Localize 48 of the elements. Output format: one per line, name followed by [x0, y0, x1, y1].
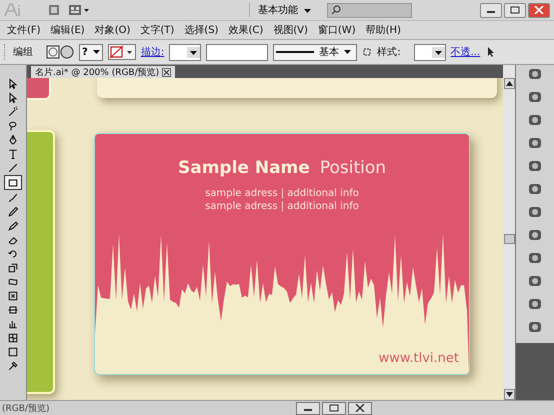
document-tab[interactable]: 名片.ai* @ 200% (RGB/预览) — [31, 66, 176, 78]
scrollbar-thumb[interactable] — [504, 234, 514, 244]
layout-icon[interactable] — [68, 4, 90, 16]
caret-icon — [304, 9, 311, 13]
menu-item[interactable]: 选择(S) — [184, 23, 218, 37]
stroke-weight-field[interactable] — [169, 44, 202, 60]
search-icon — [331, 5, 341, 15]
minimize-icon[interactable] — [480, 2, 502, 18]
caret-icon — [187, 46, 200, 58]
variable-width-field[interactable] — [206, 44, 268, 60]
minimize-icon[interactable] — [296, 402, 320, 414]
status-text: (RGB/预览) — [2, 402, 50, 414]
search-field[interactable] — [327, 2, 412, 18]
stroke-swatch-icon[interactable] — [108, 44, 136, 60]
caret-icon — [432, 46, 445, 58]
brush-definition-dropdown[interactable]: 基本 — [273, 44, 358, 60]
menu-item[interactable]: 效果(C) — [228, 23, 264, 37]
stroke-link[interactable]: 描边: — [140, 45, 164, 59]
style-label: 样式: — [377, 46, 401, 59]
card-position: Position — [320, 158, 386, 178]
app-logo-icon — [4, 3, 22, 17]
close-icon[interactable] — [528, 2, 550, 18]
card-address: sample adress | additional info — [205, 201, 359, 212]
maximize-icon[interactable] — [504, 2, 526, 18]
close-icon[interactable] — [162, 68, 172, 76]
menu-item[interactable]: 帮助(H) — [366, 23, 401, 37]
workspace-dropdown[interactable]: 基本功能 — [248, 3, 319, 17]
style-dropdown[interactable] — [414, 44, 446, 60]
card-website: www.tlvi.net — [378, 351, 459, 366]
caret-icon — [92, 50, 100, 54]
scroll-down-icon[interactable] — [504, 389, 514, 400]
fill-dropdown[interactable]: ? — [79, 44, 103, 60]
transform-icon[interactable] — [362, 47, 372, 57]
menu-item[interactable]: 对象(O) — [94, 23, 130, 37]
card-address: sample adress | additional info — [205, 188, 359, 199]
menu-item[interactable]: 窗口(W) — [318, 23, 356, 37]
restore-icon[interactable] — [322, 402, 346, 414]
menu-item[interactable]: 编辑(E) — [50, 23, 85, 37]
menu-item[interactable]: 文件(F) — [7, 23, 41, 37]
card-name: Sample Name — [178, 158, 310, 178]
opacity-link[interactable]: 不透... — [450, 45, 480, 59]
caret-icon — [344, 50, 352, 54]
selection-label: 编组 — [13, 46, 33, 59]
close-icon[interactable] — [348, 402, 372, 414]
scroll-up-icon[interactable] — [504, 78, 514, 89]
tool-icon[interactable] — [4, 175, 22, 190]
menu-item[interactable]: 视图(V) — [273, 23, 308, 37]
menu-item[interactable]: 文字(T) — [140, 23, 174, 37]
